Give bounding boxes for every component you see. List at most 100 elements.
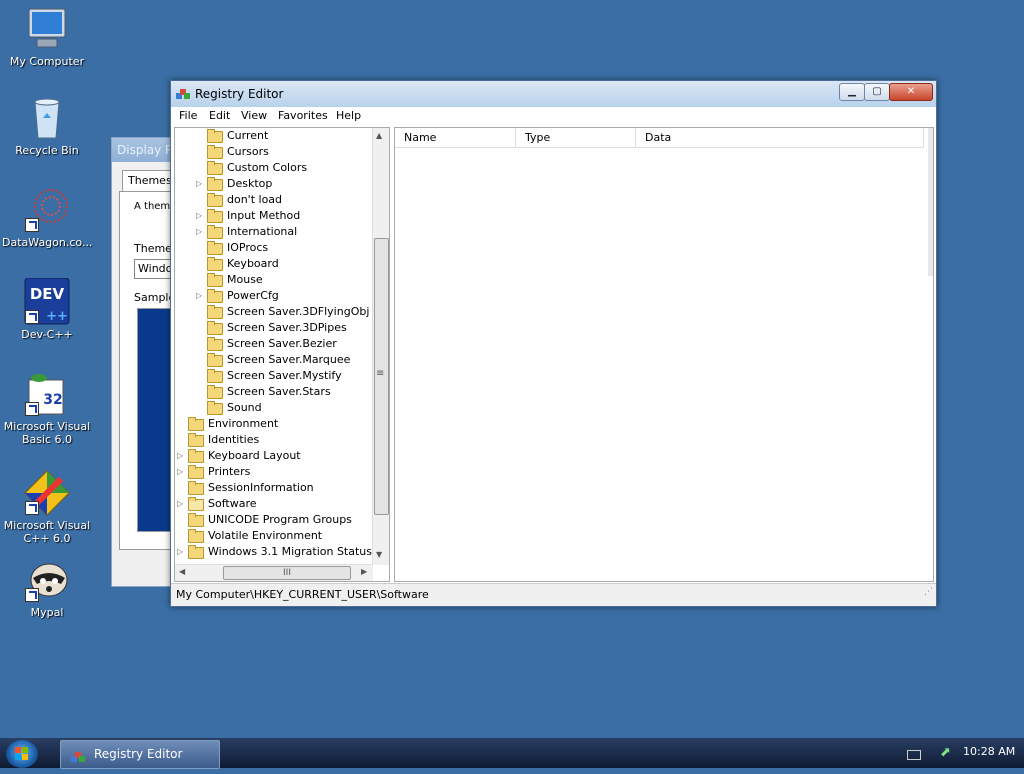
expand-icon[interactable]: ▷ bbox=[196, 288, 204, 304]
title-bar[interactable]: Registry Editor ▁ ▢ ✕ bbox=[171, 81, 936, 107]
folder-icon bbox=[188, 529, 204, 543]
tree-item[interactable]: don't load bbox=[175, 192, 371, 208]
column-data[interactable]: Data bbox=[636, 128, 924, 148]
scroll-down-icon[interactable]: ▼ bbox=[376, 550, 382, 559]
keyboard-icon[interactable] bbox=[907, 750, 921, 760]
tree-item-label: Keyboard Layout bbox=[208, 449, 301, 462]
tree-vertical-scrollbar[interactable]: ▲ ≡ ▼ bbox=[372, 128, 389, 565]
tree-item[interactable]: ▷ Windows 3.1 Migration Status bbox=[175, 544, 373, 560]
tree-item[interactable]: ▷ Software bbox=[175, 496, 371, 512]
tree-item[interactable]: Screen Saver.Mystify bbox=[175, 368, 371, 384]
values-list[interactable]: Name Type Data bbox=[394, 127, 934, 582]
tree-item-label: Volatile Environment bbox=[208, 529, 323, 542]
desktop-icon-visual-cpp[interactable]: Microsoft Visual C++ 6.0 bbox=[2, 469, 92, 545]
desktop-icon-label: Mypal bbox=[30, 606, 64, 619]
tree-item-label: Screen Saver.Marquee bbox=[227, 353, 351, 366]
tree-item[interactable]: Environment bbox=[175, 416, 371, 432]
expand-icon[interactable]: ▷ bbox=[177, 496, 185, 512]
system-tray: ⬈ 10:28 AM bbox=[897, 738, 1024, 768]
status-path: My Computer\HKEY_CURRENT_USER\Software bbox=[176, 588, 429, 601]
scroll-right-icon[interactable]: ▶ bbox=[361, 567, 367, 576]
tree-item-label: Mouse bbox=[227, 273, 263, 286]
menu-file[interactable]: File bbox=[179, 109, 197, 122]
tree-item[interactable]: ▷ PowerCfg bbox=[175, 288, 371, 304]
menu-edit[interactable]: Edit bbox=[209, 109, 230, 122]
folder-icon bbox=[207, 145, 223, 159]
tree-item[interactable]: ▷ Printers bbox=[175, 464, 371, 480]
tree-item[interactable]: Screen Saver.3DPipes bbox=[175, 320, 371, 336]
tree-item-label: PowerCfg bbox=[227, 289, 279, 302]
tree-item[interactable]: Screen Saver.Bezier bbox=[175, 336, 371, 352]
folder-icon bbox=[207, 161, 223, 175]
tree-item[interactable]: Keyboard bbox=[175, 256, 371, 272]
desktop-icon-recycle-bin[interactable]: Recycle Bin bbox=[2, 94, 92, 157]
menu-favorites[interactable]: Favorites bbox=[278, 109, 328, 122]
tree-item[interactable]: SessionInformation bbox=[175, 480, 371, 496]
taskbar-button-registry-editor[interactable]: Registry Editor bbox=[60, 740, 220, 769]
tree-horizontal-scrollbar[interactable]: ◀ III ▶ bbox=[175, 564, 373, 581]
tree-item[interactable]: ▷ Desktop bbox=[175, 176, 371, 192]
tree-item-label: don't load bbox=[227, 193, 283, 206]
expand-icon[interactable]: ▷ bbox=[196, 224, 204, 240]
shortcut-arrow-icon bbox=[25, 310, 39, 324]
tree-item[interactable]: Current bbox=[175, 128, 371, 144]
expand-icon[interactable]: ▷ bbox=[196, 176, 204, 192]
tree-item[interactable]: Custom Colors bbox=[175, 160, 371, 176]
tree-item[interactable]: Screen Saver.Stars bbox=[175, 384, 371, 400]
desktop-icon-visual-basic[interactable]: 32 Microsoft Visual Basic 6.0 bbox=[2, 370, 92, 446]
maximize-button[interactable]: ▢ bbox=[864, 83, 890, 101]
visual-cpp-icon bbox=[23, 469, 71, 517]
desktop-icon-devcpp[interactable]: DEV ++ Dev-C++ bbox=[2, 277, 92, 341]
menu-view[interactable]: View bbox=[241, 109, 267, 122]
status-bar: My Computer\HKEY_CURRENT_USER\Software ⋰ bbox=[171, 583, 936, 606]
desktop-icon-mypal[interactable]: Mypal bbox=[2, 556, 92, 619]
tree-item[interactable]: Volatile Environment bbox=[175, 528, 371, 544]
tree-item[interactable]: UNICODE Program Groups bbox=[175, 512, 371, 528]
tree-item-label: Sound bbox=[227, 401, 262, 414]
tree-item-label: SessionInformation bbox=[208, 481, 314, 494]
tree-item[interactable]: Screen Saver.Marquee bbox=[175, 352, 371, 368]
tree-item[interactable]: Identities bbox=[175, 432, 371, 448]
desktop-icon-my-computer[interactable]: My Computer bbox=[2, 5, 92, 68]
resize-grip-icon[interactable]: ⋰ bbox=[924, 581, 933, 603]
folder-icon bbox=[207, 241, 223, 255]
tree-item-label: Identities bbox=[208, 433, 260, 446]
list-vertical-scrollbar[interactable] bbox=[928, 128, 933, 276]
close-icon: ✕ bbox=[906, 86, 916, 97]
folder-icon bbox=[207, 289, 223, 303]
close-button[interactable]: ✕ bbox=[889, 83, 933, 101]
tree-item[interactable]: Screen Saver.3DFlyingObj bbox=[175, 304, 371, 320]
expand-icon[interactable]: ▷ bbox=[177, 544, 185, 560]
windows-start-icon[interactable] bbox=[6, 740, 38, 768]
network-icon[interactable]: ⬈ bbox=[940, 745, 951, 760]
folder-icon bbox=[207, 209, 223, 223]
desktop-icon-datawagon[interactable]: DataWagon.co... bbox=[2, 186, 92, 249]
tree-item[interactable]: Sound bbox=[175, 400, 371, 416]
tree-item[interactable]: ▷ International bbox=[175, 224, 371, 240]
tree-item[interactable]: Mouse bbox=[175, 272, 371, 288]
clock[interactable]: 10:28 AM bbox=[963, 745, 1015, 758]
tree-item-label: Software bbox=[208, 497, 257, 510]
menu-help[interactable]: Help bbox=[336, 109, 361, 122]
tree-item-label: Desktop bbox=[227, 177, 273, 190]
expand-icon[interactable]: ▷ bbox=[196, 208, 204, 224]
tree-item-label: Custom Colors bbox=[227, 161, 308, 174]
scroll-grip-icon: ≡ bbox=[376, 368, 385, 379]
column-name[interactable]: Name bbox=[395, 128, 516, 148]
expand-icon[interactable]: ▷ bbox=[177, 448, 185, 464]
column-type[interactable]: Type bbox=[516, 128, 636, 148]
taskbar: Registry Editor ⬈ 10:28 AM bbox=[0, 738, 1024, 769]
shortcut-arrow-icon bbox=[25, 402, 39, 416]
minimize-button[interactable]: ▁ bbox=[839, 83, 865, 101]
tree-item[interactable]: ▷ Keyboard Layout bbox=[175, 448, 371, 464]
folder-icon bbox=[207, 369, 223, 383]
expand-icon[interactable]: ▷ bbox=[177, 464, 185, 480]
scroll-left-icon[interactable]: ◀ bbox=[179, 567, 185, 576]
tree-item[interactable]: Cursors bbox=[175, 144, 371, 160]
tree-item-label: Screen Saver.3DPipes bbox=[227, 321, 347, 334]
tree-item[interactable]: IOProcs bbox=[175, 240, 371, 256]
tree-item[interactable]: ▷ Input Method bbox=[175, 208, 371, 224]
scroll-up-icon[interactable]: ▲ bbox=[376, 131, 382, 140]
hscroll-thumb[interactable]: III bbox=[223, 566, 351, 580]
tree-item-label: Windows 3.1 Migration Status bbox=[208, 545, 373, 558]
